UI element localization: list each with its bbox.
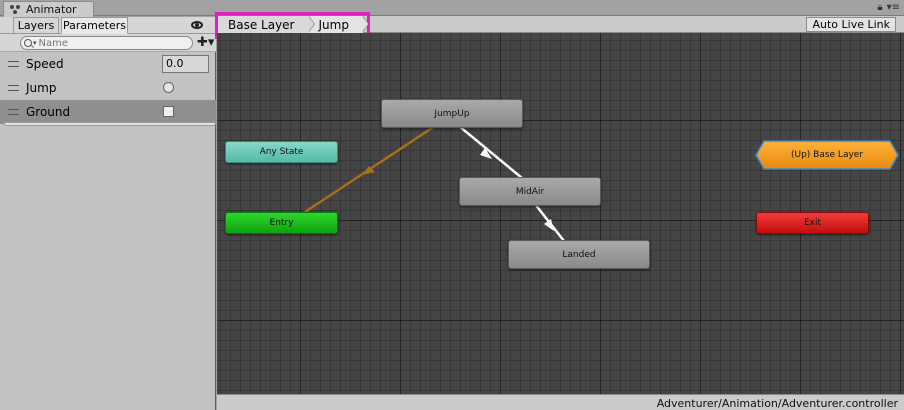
search-field[interactable]: ▾: [20, 36, 193, 50]
drag-handle-icon[interactable]: [8, 109, 19, 115]
tab-parameters[interactable]: Parameters: [61, 17, 128, 34]
animator-window-tab[interactable]: Animator: [3, 1, 94, 17]
drag-handle-icon[interactable]: [8, 61, 19, 67]
eye-icon[interactable]: [191, 21, 203, 29]
state-label: MidAir: [515, 186, 545, 197]
breadcrumb-jump[interactable]: Jump: [308, 16, 370, 33]
window-tab-label: Animator: [26, 3, 77, 16]
auto-live-link-button[interactable]: Auto Live Link: [806, 17, 896, 32]
parameter-row-ground[interactable]: Ground: [0, 100, 216, 124]
chevron-down-icon: ▾: [33, 39, 37, 47]
state-label: JumpUp: [434, 108, 470, 119]
state-node-landed[interactable]: Landed: [508, 240, 650, 269]
controller-path: Adventurer/Animation/Adventurer.controll…: [656, 397, 898, 410]
left-panel: Layers Parameters ▾ ✚▾ Speed 0.0 Jump Gr…: [0, 17, 216, 410]
add-icon[interactable]: ✚▾: [197, 36, 214, 50]
state-label: Exit: [803, 218, 822, 228]
parameter-row-jump[interactable]: Jump: [0, 76, 216, 100]
transition-arrow-icon: [480, 148, 492, 159]
state-label: Any State: [259, 147, 304, 157]
panel-tabs: Layers Parameters: [0, 17, 216, 34]
jump-trigger-radio[interactable]: [163, 82, 174, 93]
menu-icon[interactable]: ▾≡: [887, 2, 900, 13]
parameter-row-speed[interactable]: Speed 0.0: [0, 52, 216, 76]
window-controls: 🔒︎ ▾≡: [877, 2, 900, 13]
search-input[interactable]: [38, 37, 179, 49]
state-node-up-base-layer[interactable]: (Up) Base Layer: [755, 140, 899, 170]
state-label: Landed: [562, 249, 596, 260]
parameter-name: Jump: [26, 81, 57, 95]
animator-icon: [10, 4, 22, 15]
breadcrumb-base-layer[interactable]: Base Layer: [217, 16, 314, 33]
search-icon: [24, 39, 32, 47]
breadcrumb: Base Layer Jump: [217, 16, 370, 33]
state-label: Entry: [269, 218, 294, 228]
speed-value-field[interactable]: 0.0: [162, 55, 209, 73]
parameter-name: Speed: [26, 57, 64, 71]
breadcrumb-bar: Base Layer Jump Auto Live Link: [217, 16, 904, 33]
list-footer: [4, 122, 216, 126]
state-machine-graph[interactable]: JumpUp MidAir Landed Any State Entry Exi…: [217, 33, 904, 394]
state-node-any-state[interactable]: Any State: [225, 141, 338, 163]
state-node-jumpup[interactable]: JumpUp: [381, 99, 523, 128]
tab-layers[interactable]: Layers: [13, 17, 59, 34]
state-label: (Up) Base Layer: [790, 150, 864, 160]
lock-icon[interactable]: 🔒︎: [877, 2, 882, 13]
status-bar: Adventurer/Animation/Adventurer.controll…: [217, 394, 904, 410]
parameter-name: Ground: [26, 105, 71, 119]
parameter-list: Speed 0.0 Jump Ground: [0, 52, 216, 124]
state-node-entry[interactable]: Entry: [225, 212, 338, 234]
search-row: ▾ ✚▾: [0, 34, 216, 52]
ground-checkbox[interactable]: [163, 106, 174, 117]
state-node-midair[interactable]: MidAir: [459, 177, 601, 206]
state-node-exit[interactable]: Exit: [756, 212, 869, 234]
transition-arrow-icon: [544, 219, 554, 231]
window-tab-strip: Animator 🔒︎ ▾≡: [0, 0, 904, 17]
drag-handle-icon[interactable]: [8, 85, 19, 91]
transition-jumpup-midair[interactable]: [458, 125, 523, 179]
